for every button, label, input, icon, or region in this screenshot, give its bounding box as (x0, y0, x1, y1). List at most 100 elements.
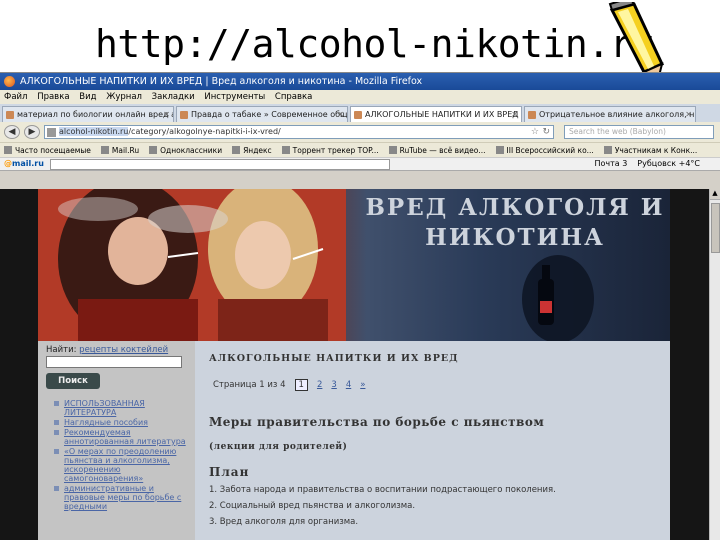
page-favicon-icon (354, 111, 362, 119)
mailru-logo-text: mail.ru (12, 159, 44, 168)
bookmark-icon (100, 146, 109, 154)
menu-tools[interactable]: Инструменты (204, 92, 265, 102)
bookmark-icon (281, 146, 290, 154)
tab-1[interactable]: материал по биологии онлайн вред ал... ✕ (2, 106, 174, 122)
vertical-scrollbar[interactable]: ▲ (709, 189, 720, 540)
weather-widget[interactable]: Рубцовск +4°C (637, 158, 700, 170)
tab-4[interactable]: Отрицательное влияние алкоголя, ни... ✕ (524, 106, 696, 122)
bookmark-item[interactable]: Часто посещаемые (4, 143, 91, 157)
bookmark-label: Mail.Ru (111, 145, 140, 155)
mail-count[interactable]: Почта 3 (594, 158, 627, 170)
plan-item: 3. Вред алкоголя для организма. (209, 517, 359, 527)
page-favicon-icon (528, 111, 536, 119)
banner-title-line2: НИКОТИНА (425, 224, 605, 251)
page-next-link[interactable]: » (360, 380, 365, 390)
bookmark-item[interactable]: Яндекс (232, 143, 272, 157)
close-icon[interactable]: ✕ (685, 107, 692, 122)
site-search-input[interactable] (46, 356, 182, 368)
window-title: АЛКОГОЛЬНЫЕ НАПИТКИ И ИХ ВРЕД | Вред алк… (20, 76, 423, 87)
menu-bar: Файл Правка Вид Журнал Закладки Инструме… (0, 90, 720, 104)
section-title: АЛКОГОЛЬНЫЕ НАПИТКИ И ИХ ВРЕД (209, 353, 459, 364)
scrollbar-thumb[interactable] (711, 203, 720, 253)
bookmark-icon (149, 146, 158, 154)
menu-file[interactable]: Файл (4, 92, 27, 102)
scroll-up-icon[interactable]: ▲ (710, 189, 720, 200)
menu-bookmarks[interactable]: Закладки (152, 92, 195, 102)
site-banner: ВРЕД АЛКОГОЛЯ И НИКОТИНА (38, 189, 670, 341)
menu-view[interactable]: Вид (79, 92, 96, 102)
tab-label: Отрицательное влияние алкоголя, ни... (539, 110, 696, 119)
menu-help[interactable]: Справка (275, 92, 312, 102)
reload-icon[interactable]: ↻ (542, 126, 550, 138)
bookmark-icon (388, 146, 397, 154)
address-bar[interactable]: alcohol-nikotin.ru/category/alkogolnye-n… (44, 125, 554, 139)
bookmark-label: Одноклассники (160, 145, 223, 155)
sidebar-link[interactable]: административные и правовые меры по борь… (54, 484, 192, 511)
mailru-logo-at: @ (4, 159, 12, 168)
bookmark-label: III Всероссийский ко... (506, 145, 594, 155)
main-content: АЛКОГОЛЬНЫЕ НАПИТКИ И ИХ ВРЕД Страница 1… (195, 341, 670, 540)
bookmark-icon (495, 146, 504, 154)
site-favicon-icon (47, 128, 56, 137)
navigation-bar: ◀ ▶ alcohol-nikotin.ru/category/alkogoln… (0, 122, 720, 142)
bookmark-item[interactable]: Mail.Ru (100, 143, 140, 157)
menu-edit[interactable]: Правка (37, 92, 69, 102)
sidebar-link[interactable]: Рекомендуемая аннотированная литература (54, 428, 192, 446)
page-link[interactable]: 4 (346, 380, 351, 390)
tab-label: Правда о табаке » Современное обще... (191, 110, 348, 119)
mailru-toolbar: @mail.ru Почта 3 Рубцовск +4°C (0, 157, 720, 171)
tab-3-active[interactable]: АЛКОГОЛЬНЫЕ НАПИТКИ И ИХ ВРЕД | ... ✕ (350, 106, 522, 122)
pagination: Страница 1 из 4 1 2 3 4 » (213, 379, 365, 391)
page-favicon-icon (180, 111, 188, 119)
bookmark-item[interactable]: Участникам к Конк... (603, 143, 697, 157)
sidebar-links: ИСПОЛЬЗОВАННАЯ ЛИТЕРАТУРА Наглядные посо… (54, 399, 192, 512)
page-link[interactable]: 3 (331, 380, 336, 390)
bookmark-item[interactable]: Торрент трекер TOP... (281, 143, 379, 157)
close-icon[interactable]: ✕ (337, 107, 344, 122)
plan-item: 2. Социальный вред пьянства и алкоголизм… (209, 501, 416, 511)
close-icon[interactable]: ✕ (511, 107, 518, 122)
banner-photo (38, 189, 346, 341)
menu-history[interactable]: Журнал (106, 92, 142, 102)
tab-label: АЛКОГОЛЬНЫЕ НАПИТКИ И ИХ ВРЕД | ... (365, 110, 522, 119)
plan-list: 1. Забота народа и правительства о воспи… (209, 485, 556, 533)
bookmark-label: Торрент трекер TOP... (292, 145, 379, 155)
article-title[interactable]: Меры правительства по борьбе с пьянством (209, 415, 544, 429)
bookmark-label: Яндекс (243, 145, 272, 155)
bookmark-icon (232, 146, 241, 154)
bookmarks-bar: Часто посещаемые Mail.Ru Одноклассники Я… (0, 142, 720, 157)
bottle-icon (522, 255, 594, 341)
url-path: /category/alkogolnye-napitki-i-ix-vred/ (128, 127, 281, 136)
bookmark-item[interactable]: RuTube — всё видео... (388, 143, 486, 157)
mailru-search-input[interactable] (49, 158, 390, 170)
back-button[interactable]: ◀ (4, 125, 20, 139)
window-titlebar: АЛКОГОЛЬНЫЕ НАПИТКИ И ИХ ВРЕД | Вред алк… (0, 73, 720, 90)
bookmark-item[interactable]: Одноклассники (149, 143, 222, 157)
page-count-label: Страница 1 из 4 (213, 380, 286, 390)
sidebar-link[interactable]: «О мерах по преодолению пьянства и алког… (54, 447, 192, 483)
tab-2[interactable]: Правда о табаке » Современное обще... ✕ (176, 106, 348, 122)
search-input[interactable]: Search the web (Babylon) (564, 125, 714, 139)
cocktail-recipes-link[interactable]: рецепты коктейлей (79, 345, 168, 355)
forward-button[interactable]: ▶ (24, 125, 40, 139)
find-label-text: Найти: (46, 345, 77, 355)
star-icon[interactable]: ☆ (531, 126, 539, 138)
plan-heading: План (209, 465, 250, 479)
mailru-logo[interactable]: @mail.ru (4, 158, 44, 170)
tab-label: материал по биологии онлайн вред ал... (17, 110, 174, 119)
bookmark-item[interactable]: III Всероссийский ко... (495, 143, 594, 157)
page-link[interactable]: 2 (317, 380, 322, 390)
firefox-icon (4, 76, 15, 87)
pencil-icon (608, 2, 665, 80)
sidebar-link[interactable]: Наглядные пособия (54, 418, 192, 427)
banner-title-line1: ВРЕД АЛКОГОЛЯ И (365, 194, 665, 221)
search-button[interactable]: Поиск (46, 373, 100, 389)
find-label: Найти: рецепты коктейлей (46, 345, 168, 355)
bookmark-icon (603, 146, 612, 154)
page-current: 1 (294, 379, 308, 391)
sidebar-link[interactable]: ИСПОЛЬЗОВАННАЯ ЛИТЕРАТУРА (54, 399, 192, 417)
site-sidebar: Найти: рецепты коктейлей Поиск ИСПОЛЬЗОВ… (38, 341, 195, 540)
plan-item: 1. Забота народа и правительства о воспи… (209, 485, 556, 495)
tab-bar: материал по биологии онлайн вред ал... ✕ … (0, 104, 720, 122)
close-icon[interactable]: ✕ (163, 107, 170, 122)
